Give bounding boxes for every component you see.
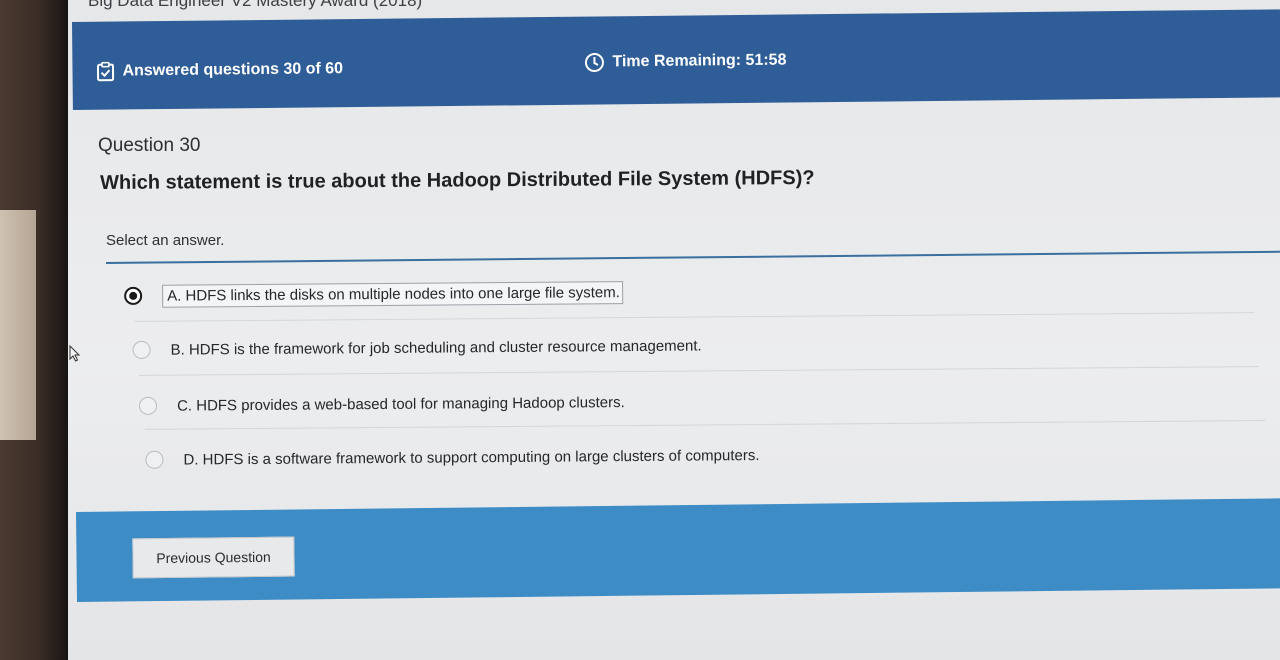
radio-button-selected[interactable] — [124, 286, 143, 305]
radio-button[interactable] — [145, 450, 164, 469]
page-title: Big Data Engineer V2 Mastery Award (2018… — [88, 0, 423, 10]
answer-instruction: Select an answer. — [106, 232, 225, 249]
answer-option-b[interactable]: B. HDFS is the framework for job schedul… — [132, 330, 702, 364]
answer-option-label[interactable]: A. HDFS links the disks on multiple node… — [162, 280, 623, 308]
clock-icon — [584, 53, 604, 73]
radio-button[interactable] — [138, 396, 158, 415]
timer-status: Time Remaining: 51:58 — [584, 51, 787, 73]
answer-options: A. HDFS links the disks on multiple node… — [124, 266, 1276, 505]
mouse-cursor-icon — [69, 345, 81, 362]
question-text: Which statement is true about the Hadoop… — [100, 167, 815, 194]
answer-option-a[interactable]: A. HDFS links the disks on multiple node… — [124, 277, 623, 311]
option-separator — [145, 420, 1266, 430]
answer-option-label[interactable]: C. HDFS provides a web-based tool for ma… — [177, 394, 625, 415]
option-separator — [134, 312, 1255, 322]
navigation-bar: Previous Question — [76, 498, 1280, 602]
answered-count-text: Answered questions 30 of 60 — [122, 60, 344, 80]
answer-option-label[interactable]: B. HDFS is the framework for job schedul… — [171, 337, 702, 358]
answered-status: Answered questions 30 of 60 — [96, 59, 343, 82]
question-number: Question 30 — [98, 135, 201, 156]
radio-button[interactable] — [132, 340, 151, 359]
clipboard-check-icon — [96, 61, 115, 82]
exam-screen: Big Data Engineer V2 Mastery Award (2018… — [68, 0, 1280, 660]
status-bar: Answered questions 30 of 60 Time Remaini… — [72, 9, 1280, 110]
time-remaining-text: Time Remaining: 51:58 — [612, 51, 787, 71]
answer-option-label[interactable]: D. HDFS is a software framework to suppo… — [183, 447, 759, 469]
answer-option-d[interactable]: D. HDFS is a software framework to suppo… — [145, 440, 760, 475]
previous-question-button[interactable]: Previous Question — [132, 536, 295, 579]
background-wall — [0, 210, 36, 440]
option-separator — [138, 366, 1259, 376]
section-divider — [106, 250, 1280, 264]
answer-option-c[interactable]: C. HDFS provides a web-based tool for ma… — [138, 387, 625, 421]
